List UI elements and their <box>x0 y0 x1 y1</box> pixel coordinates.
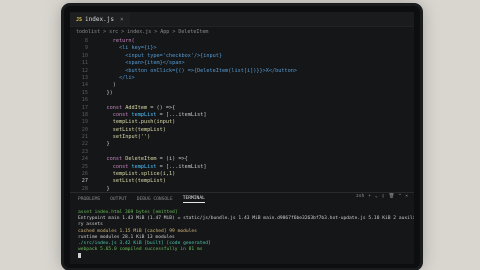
code-line: 16 <box>70 97 414 104</box>
code-line: 12 <button onClick={() =>{DeleteItem(lis… <box>70 68 414 75</box>
breadcrumb-item[interactable]: DeleteItem <box>178 29 208 35</box>
code-token: AddItem <box>125 104 148 111</box>
code-line: 17 const AddItem = () =>{ <box>70 105 414 112</box>
terminal[interactable]: asset index.html 369 bytes [emitted] Entr… <box>70 210 414 264</box>
terminal-prompt[interactable] <box>78 253 414 260</box>
code-token: DeleteItem <box>125 156 157 163</box>
breadcrumb-item[interactable]: index.js > <box>127 29 157 35</box>
code-token: return( <box>94 38 135 44</box>
code-token: const <box>94 163 132 170</box>
code-editor[interactable]: 8 return(9 <li key={i}> 10 <input type='c… <box>70 38 414 192</box>
panel-tab-debug-console[interactable]: DEBUG CONSOLE <box>137 197 173 202</box>
code-token: setList(tempList) <box>94 178 166 185</box>
js-file-icon: JS <box>76 16 83 23</box>
code-token: setInput('') <box>94 134 151 141</box>
line-number: 8 <box>84 38 88 44</box>
panel-tab-problems[interactable]: PROBLEMS <box>78 197 100 202</box>
code-token: <input type='checkbox'/>{input} <box>94 52 223 59</box>
line-number: 23 <box>81 148 88 155</box>
line-number: 15 <box>81 89 88 96</box>
code-line: 27 setList(tempList) <box>70 178 414 185</box>
code-token: </li> <box>94 74 135 81</box>
code-line: 19 tempList.push(input) <box>70 119 414 126</box>
code-token: <li key={i}> <box>94 45 157 52</box>
line-number: 13 <box>81 74 88 81</box>
line-number: 16 <box>81 97 88 104</box>
line-number: 22 <box>81 141 88 148</box>
panel-action-icon[interactable]: zsh <box>356 194 364 199</box>
panel-tab-output[interactable]: OUTPUT <box>110 197 127 202</box>
code-line: 14 ) <box>70 82 414 89</box>
line-number: 26 <box>81 171 88 178</box>
code-line: 24 const DeleteItem = (i) =>{ <box>70 156 414 163</box>
code-token: = () =>{ <box>147 104 176 111</box>
code-token: tempList <box>131 163 157 170</box>
panel-action-icon[interactable]: × <box>405 194 408 199</box>
line-number: 10 <box>81 52 88 59</box>
breadcrumb-item[interactable]: App > <box>160 29 175 35</box>
code-line: 13 </li> <box>70 75 414 82</box>
panel-actions: zsh + ⌄ ▯ 🗑 ^ × <box>356 194 408 199</box>
tab-index-js[interactable]: JS index.js × <box>70 13 130 26</box>
breadcrumb: todolist > src > index.js > App > DeleteItem <box>70 27 414 37</box>
editor-tab-bar: JS index.js × <box>70 12 414 27</box>
breadcrumb-item[interactable]: todolist > <box>76 29 106 35</box>
code-token: = [...itemList] <box>156 111 207 118</box>
code-token: const <box>94 104 126 111</box>
code-token: <span>{item}</span> <box>94 60 185 67</box>
code-token: tempList <box>131 111 157 118</box>
line-number: 19 <box>81 119 88 126</box>
code-token: tempList.push(input) <box>94 119 176 126</box>
code-line: 15 }) <box>70 90 414 97</box>
code-token: tempList.splice(i,1) <box>94 171 176 178</box>
line-number: 24 <box>81 156 88 163</box>
code-token: = [...itemList] <box>156 163 207 170</box>
vscode-window: JS index.js × todolist > src > index.js > A… <box>70 12 414 264</box>
code-token: <button onClick={() =>{DeleteItem(list[i… <box>94 67 298 74</box>
code-line: 20 setList(tempList) <box>70 127 414 134</box>
line-number: 21 <box>81 134 88 141</box>
cursor-icon <box>78 253 81 259</box>
panel-action-icon[interactable]: ▯ <box>382 194 385 199</box>
tab-label: index.js <box>85 16 114 23</box>
code-line: 21 setInput('') <box>70 134 414 141</box>
code-token: }) <box>94 89 113 96</box>
line-number: 9 <box>84 45 88 52</box>
line-number: 18 <box>81 111 88 118</box>
code-line: 23 <box>70 149 414 156</box>
line-number: 14 <box>81 82 88 89</box>
monitor-frame: JS index.js × todolist > src > index.js > A… <box>64 6 420 268</box>
breadcrumb-item[interactable]: src > <box>109 29 124 35</box>
panel-action-icon[interactable]: ^ <box>398 194 401 199</box>
code-line: 11 <span>{item}</span> <box>70 60 414 67</box>
panel-action-icon[interactable]: ⌄ <box>375 194 378 199</box>
close-icon[interactable]: × <box>120 16 124 23</box>
line-number: 27 <box>81 178 88 185</box>
code-token: } <box>94 141 110 148</box>
line-number: 11 <box>81 60 88 67</box>
code-line: 25 const tempList = [...itemList] <box>70 164 414 171</box>
code-token: const <box>94 111 132 118</box>
code-line: 9 <li key={i}> <box>70 45 414 52</box>
code-line: 8 return( <box>70 38 414 45</box>
line-number: 20 <box>81 126 88 133</box>
code-token: = (i) =>{ <box>156 156 188 163</box>
line-number: 17 <box>81 104 88 111</box>
line-number: 12 <box>81 67 88 74</box>
code-line: 22 } <box>70 141 414 148</box>
code-token: setList(tempList) <box>94 126 166 133</box>
code-token: const <box>94 156 126 163</box>
panel-tab-terminal[interactable]: TERMINAL <box>182 196 205 203</box>
panel-action-icon[interactable]: 🗑 <box>389 194 395 199</box>
code-line: 18 const tempList = [...itemList] <box>70 112 414 119</box>
panel-action-icon[interactable]: + <box>368 194 371 199</box>
code-line: 26 tempList.splice(i,1) <box>70 171 414 178</box>
terminal-line: Entrypoint main 1.43 MiB (1.47 MiB) = st… <box>78 216 414 222</box>
code-token: ) <box>94 82 116 89</box>
line-number: 25 <box>81 163 88 170</box>
code-line: 10 <input type='checkbox'/>{input} <box>70 53 414 60</box>
